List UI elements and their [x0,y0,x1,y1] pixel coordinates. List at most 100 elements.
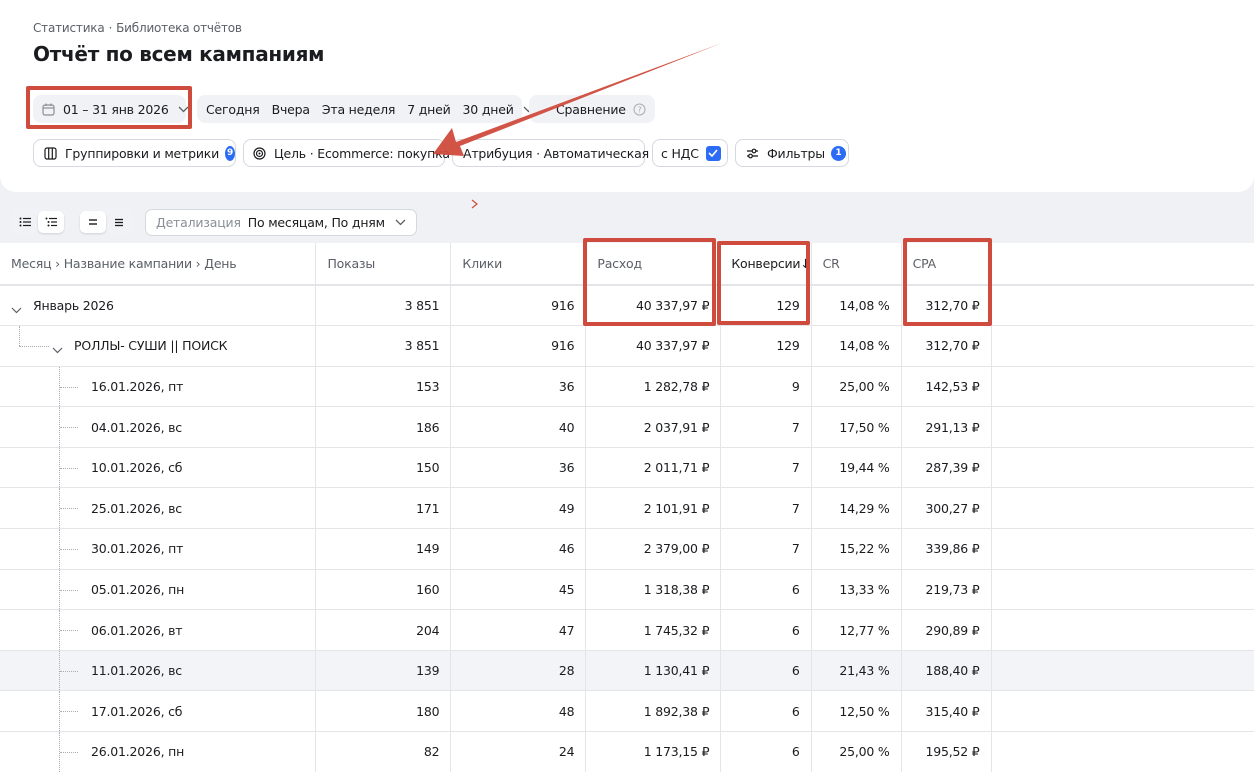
column-header-conversions[interactable]: Конверсии↓ [720,243,812,286]
filters-button[interactable]: Фильтры 1 [735,139,849,167]
cell-cost: 2 379,00 ₽ [585,528,722,570]
cell-cpa: 142,53 ₽ [901,366,992,408]
cell-cpa: 312,70 ₽ [901,285,992,327]
breadcrumb-item-statistics[interactable]: Статистика [33,21,105,35]
cell-conversions: 7 [720,447,812,489]
chevron-down-icon [395,219,406,226]
table-header-row: Месяц › Название кампании › День Показы … [0,243,1254,286]
column-header-grouping[interactable]: Месяц › Название кампании › День [0,243,317,286]
column-header-clicks[interactable]: Клики [450,243,587,286]
day-cell[interactable]: 04.01.2026, вс [0,406,317,448]
cell-clicks: 36 [450,366,587,408]
compare-toggle[interactable]: Сравнение ? [529,95,655,123]
cell-cr: 13,33 % [811,569,902,611]
day-cell[interactable]: 30.01.2026, пт [0,528,317,570]
column-header-cr[interactable]: CR [811,243,902,286]
detail-level-selector[interactable]: Детализация По месяцам, По дням [145,209,417,236]
cell-cr: 19,44 % [811,447,902,489]
density-dense-button[interactable] [106,211,132,233]
period-today[interactable]: Сегодня [200,102,266,117]
detail-label: Детализация [156,215,241,230]
dense-rows-icon [114,218,124,227]
day-cell[interactable]: 05.01.2026, пн [0,569,317,611]
cell-conversions: 6 [720,609,812,651]
cell-impressions: 139 [315,650,452,692]
cell-clicks: 916 [450,325,587,367]
period-this-week[interactable]: Эта неделя [316,102,401,117]
table-row: 10.01.2026, сб 150 36 2 011,71 ₽7 19,44 % 287… [0,447,1254,489]
row-filler [991,325,1254,367]
view-tree-button[interactable] [12,211,38,233]
day-cell[interactable]: 26.01.2026, пн [0,731,317,772]
table-row: 04.01.2026, вс 186 40 2 037,91 ₽7 17,50 % 291… [0,406,1254,448]
cell-cpa: 312,70 ₽ [901,325,992,367]
filters-label: Фильтры [767,145,825,161]
cell-cpa: 219,73 ₽ [901,569,992,611]
day-name: 06.01.2026, вт [91,622,183,638]
cell-cr: 25,00 % [811,731,902,772]
svg-text:?: ? [637,105,641,114]
chevron-down-icon[interactable] [11,302,22,313]
row-filler [991,650,1254,692]
vat-label: с НДС [661,145,699,161]
date-range-label: 01 – 31 янв 2026 [63,101,169,117]
table-row: 25.01.2026, вс 171 49 2 101,91 ₽7 14,29 % 300… [0,487,1254,530]
cell-impressions: 149 [315,528,452,570]
attribution-selector[interactable]: Атрибуция · Автоматическая [452,139,649,167]
vat-toggle[interactable]: с НДС [652,139,728,167]
cell-cr: 12,50 % [811,690,902,733]
column-header-impressions[interactable]: Показы [315,243,452,286]
cell-impressions: 82 [315,731,452,772]
campaign-cell[interactable]: РОЛЛЫ- СУШИ || ПОИСК [0,325,317,367]
day-cell[interactable]: 06.01.2026, вт [0,609,317,651]
list-icon [19,217,31,227]
density-compact-button[interactable] [80,211,106,233]
groupings-metrics-button[interactable]: Группировки и метрики 9 [33,139,236,167]
day-cell[interactable]: 10.01.2026, сб [0,447,317,489]
day-cell[interactable]: 17.01.2026, сб [0,690,317,733]
cell-conversions: 129 [720,325,812,367]
period-7-days[interactable]: 7 дней [401,102,456,117]
goal-selector[interactable]: Цель · Ecommerce: покупка [243,139,450,167]
table-row: 05.01.2026, пн 160 45 1 318,38 ₽6 13,33 % 219… [0,569,1254,611]
day-cell[interactable]: 11.01.2026, вс [0,650,317,692]
cell-cost: 1 892,38 ₽ [585,690,722,733]
breadcrumb-item-library[interactable]: Библиотека отчётов [116,21,242,35]
view-nested-button[interactable] [38,211,64,233]
period-yesterday[interactable]: Вчера [266,102,316,117]
row-filler [991,487,1254,530]
column-header-cost[interactable]: Расход [585,243,722,286]
cell-conversions: 6 [720,690,812,733]
column-header-cpa[interactable]: CPA [901,243,992,286]
cell-cr: 25,00 % [811,366,902,408]
cell-cr: 12,77 % [811,609,902,651]
day-cell[interactable]: 16.01.2026, пт [0,366,317,408]
table-row-month: Январь 2026 3 851 916 40 337,97 ₽ 129 14… [0,285,1254,327]
table-row: 26.01.2026, пн 82 24 1 173,15 ₽6 25,00 % 195,… [0,731,1254,772]
date-range-picker[interactable]: 01 – 31 янв 2026 [33,95,189,123]
day-name: 11.01.2026, вс [91,663,182,679]
cell-impressions: 3 851 [315,285,452,327]
month-name: Январь 2026 [33,298,114,314]
calendar-icon [42,102,55,116]
row-filler [991,285,1254,327]
tree-connector [60,549,78,551]
day-name: 17.01.2026, сб [91,703,183,719]
period-presets: Сегодня Вчера Эта неделя 7 дней 30 дней [197,95,534,123]
cell-conversions: 6 [720,650,812,692]
compare-label: Сравнение [556,101,626,117]
help-icon[interactable]: ? [633,103,646,116]
vat-checkbox[interactable] [705,145,721,161]
row-filler [991,690,1254,733]
table-row: 17.01.2026, сб 180 48 1 892,38 ₽6 12,50 % 315… [0,690,1254,733]
cell-conversions: 9 [720,366,812,408]
cell-cpa: 339,86 ₽ [901,528,992,570]
day-name: 16.01.2026, пт [91,378,184,394]
cell-cost: 1 130,41 ₽ [585,650,722,692]
month-cell[interactable]: Январь 2026 [0,285,317,327]
chevron-down-icon[interactable] [52,342,63,354]
day-cell[interactable]: 25.01.2026, вс [0,487,317,530]
view-mode-switch [10,209,68,235]
period-30-days[interactable]: 30 дней [457,102,520,117]
day-name: 05.01.2026, пн [91,581,185,597]
